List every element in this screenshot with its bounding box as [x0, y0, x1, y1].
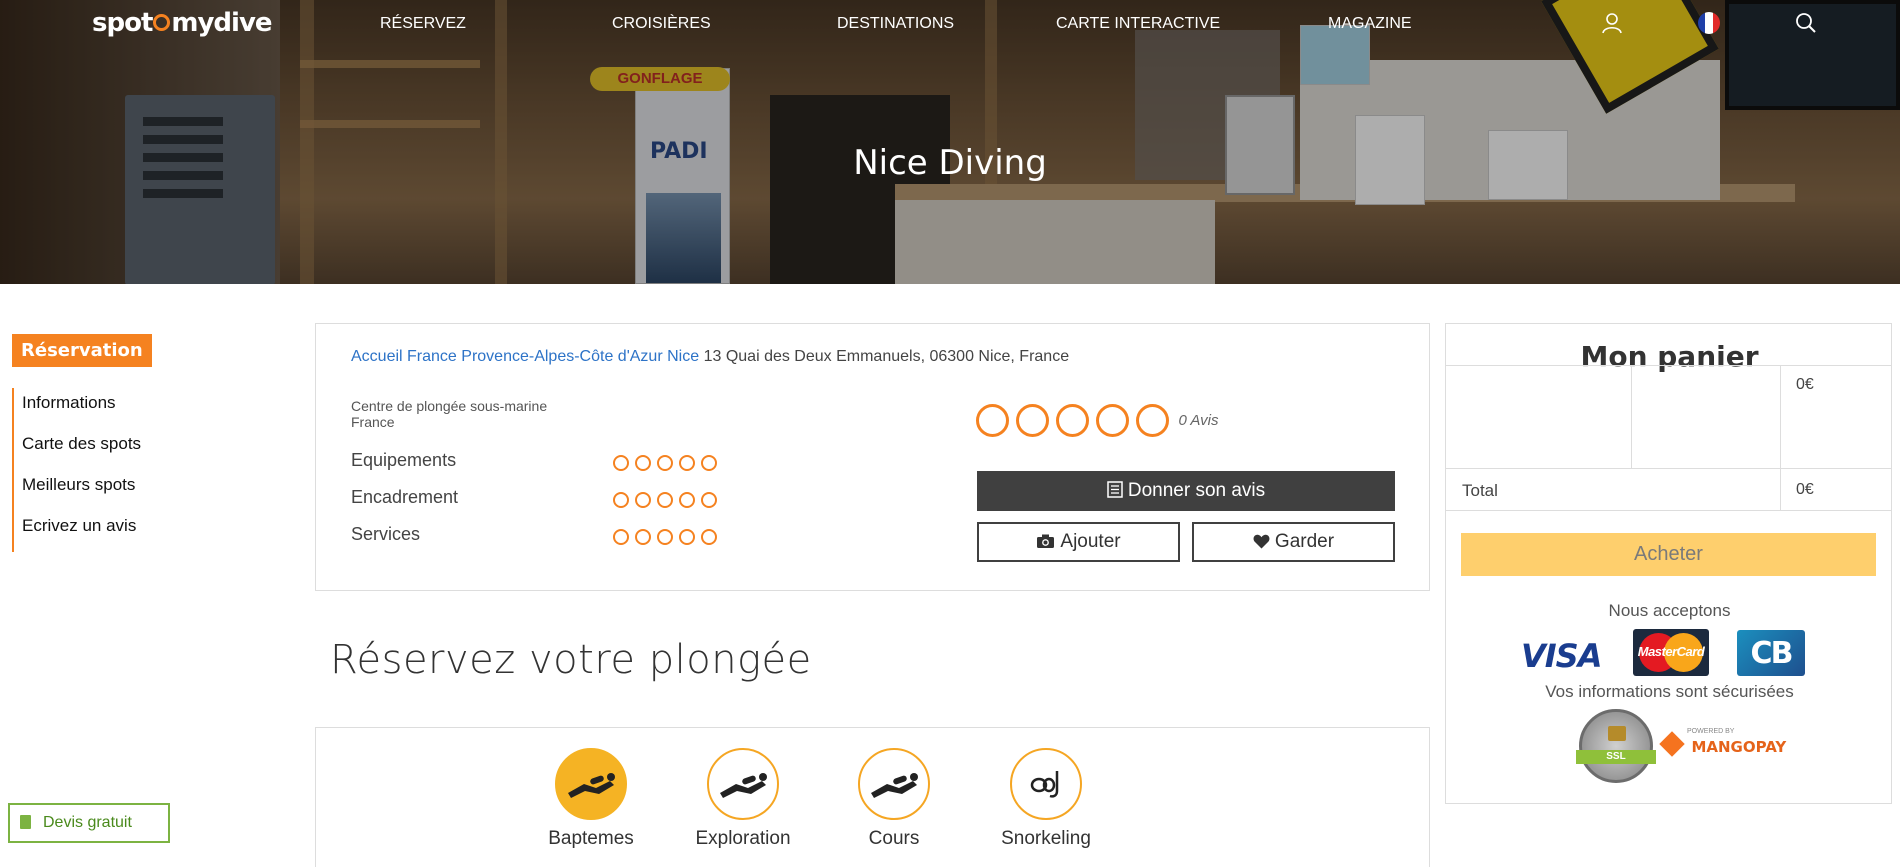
center-type-line2: France: [351, 414, 395, 430]
rating-encadrement: Encadrement: [351, 487, 751, 511]
cb-logo: CB: [1737, 630, 1805, 676]
breadcrumb: Accueil France Provence-Alpes-Côte d'Azu…: [351, 348, 1069, 366]
activity-selector: Baptemes Exploration Cours Snorkeling: [315, 727, 1430, 867]
add-photo-label: Ajouter: [1060, 531, 1121, 552]
activity-label: Baptemes: [548, 828, 634, 849]
reservation-badge[interactable]: Réservation: [12, 334, 152, 367]
total-value: 0€: [1796, 481, 1814, 498]
buy-button[interactable]: Acheter: [1461, 533, 1876, 576]
mastercard-logo: MasterCard: [1633, 629, 1709, 676]
mangopay-logo: POWERED BY MANGOPAY: [1659, 728, 1786, 757]
cart-table: 0€ Total 0€: [1446, 365, 1891, 511]
keep-favorite-button[interactable]: Garder: [1192, 522, 1395, 562]
keep-favorite-label: Garder: [1274, 531, 1335, 552]
activity-label: Exploration: [695, 828, 791, 849]
review-count: 0 Avis: [1178, 412, 1219, 429]
breadcrumb-region[interactable]: Provence-Alpes-Côte d'Azur: [461, 348, 662, 365]
rating-services: Services: [351, 524, 751, 548]
diver-icon: [871, 773, 918, 798]
give-review-label: Donner son avis: [1127, 480, 1266, 501]
payment-logos: VISA MasterCard CB: [1521, 629, 1821, 677]
diver-icon: [568, 773, 615, 798]
breadcrumb-nice[interactable]: Nice: [667, 348, 699, 365]
nav-croisieres[interactable]: CROISIÈRES: [612, 15, 711, 33]
free-quote-button[interactable]: Devis gratuit: [8, 803, 170, 843]
total-label: Total: [1462, 481, 1498, 500]
center-type-line1: Centre de plongée sous-marine: [351, 398, 548, 414]
cart-total-row: Total 0€: [1446, 469, 1891, 511]
nav-carte-interactive[interactable]: CARTE INTERACTIVE: [1056, 15, 1220, 33]
list-icon: [1107, 481, 1123, 498]
rating-equipements: Equipements: [351, 450, 751, 474]
center-info-card: Accueil France Provence-Alpes-Côte d'Azu…: [315, 323, 1430, 591]
page-title: Nice Diving: [853, 143, 1047, 183]
activity-label: Cours: [868, 828, 920, 849]
visa-logo: VISA: [1521, 637, 1602, 675]
brand-logo[interactable]: spot mydive: [92, 8, 273, 38]
diver-icon: [720, 773, 767, 798]
user-icon[interactable]: [1601, 12, 1623, 34]
secure-info-label: Vos informations sont sécurisées: [1545, 682, 1794, 701]
activity-cours[interactable]: Cours: [839, 748, 949, 850]
rating-dots: [613, 455, 723, 476]
rating-label: Encadrement: [351, 487, 459, 507]
ssl-badge: SSL: [1576, 709, 1656, 783]
rating-label: Services: [351, 524, 421, 544]
cart-line: 0€: [1446, 366, 1891, 469]
nav-destinations[interactable]: DESTINATIONS: [837, 15, 954, 33]
sidebar-item-carte-spots[interactable]: Carte des spots: [14, 429, 212, 470]
activity-baptemes[interactable]: Baptemes: [536, 748, 646, 850]
sidebar-item-ecrivez-avis[interactable]: Ecrivez un avis: [14, 511, 212, 552]
activity-label: Snorkeling: [1001, 828, 1091, 849]
breadcrumb-france[interactable]: France: [407, 348, 457, 365]
sidebar-item-informations[interactable]: Informations: [14, 388, 212, 429]
activity-exploration[interactable]: Exploration: [688, 748, 798, 850]
activity-snorkeling[interactable]: Snorkeling: [991, 748, 1101, 850]
center-type: Centre de plongée sous-marine France: [351, 398, 547, 430]
rating-label: Equipements: [351, 450, 457, 470]
cart-panel: Mon panier 0€ Total 0€ Acheter Nous acce…: [1445, 323, 1892, 804]
booking-section-title: Réservez votre plongée: [330, 637, 812, 683]
address: 13 Quai des Deux Emmanuels, 06300 Nice, …: [703, 348, 1070, 365]
sidebar-nav: Informations Carte des spots Meilleurs s…: [12, 388, 212, 552]
accepted-payments-label: Nous acceptons: [1608, 601, 1731, 620]
breadcrumb-accueil[interactable]: Accueil: [351, 348, 403, 365]
nav-reservez[interactable]: RÉSERVEZ: [380, 15, 466, 33]
rating-dots: [613, 529, 723, 550]
nav-magazine[interactable]: MAGAZINE: [1328, 15, 1412, 33]
overall-rating: 0 Avis: [976, 404, 1218, 437]
cart-line-price: 0€: [1796, 376, 1814, 393]
free-quote-label: Devis gratuit: [43, 814, 132, 831]
document-icon: [20, 815, 31, 829]
add-photo-button[interactable]: Ajouter: [977, 522, 1180, 562]
camera-icon: [1037, 534, 1055, 548]
flag-fr-icon[interactable]: [1697, 11, 1721, 35]
heart-icon: [1253, 534, 1270, 549]
rating-dots: [613, 492, 723, 513]
snorkel-mask-icon: [1030, 771, 1059, 798]
top-navigation: spot mydive RÉSERVEZ CROISIÈRES DESTINATI…: [0, 0, 1900, 48]
search-icon[interactable]: [1795, 12, 1817, 34]
sidebar-item-meilleurs-spots[interactable]: Meilleurs spots: [14, 470, 212, 511]
give-review-button[interactable]: Donner son avis: [977, 471, 1395, 511]
